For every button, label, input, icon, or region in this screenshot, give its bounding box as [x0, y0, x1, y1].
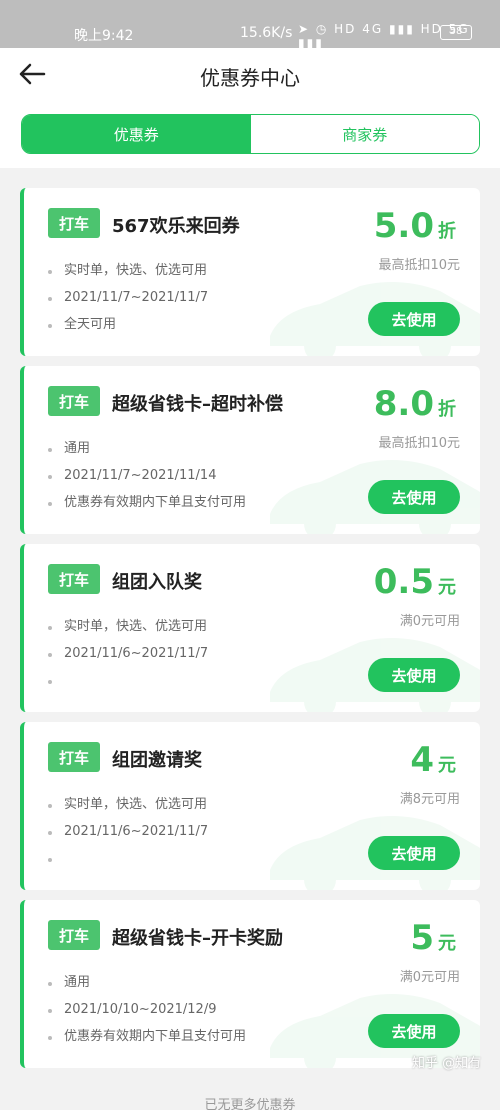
coupon-title: 超级省钱卡–超时补偿: [112, 394, 283, 415]
coupon-condition: 满0元可用: [399, 614, 460, 629]
watermark: 知乎 @知有: [412, 1056, 482, 1071]
coupon-card: 打车 组团邀请奖 实时单，快选、优选可用 2021/11/6~2021/11/7…: [20, 722, 480, 890]
status-bar: 晚上9:42 15.6K/s ➤ ◷ HD 4G ▮▮▮ HD 5G ▮▮▮ 5…: [0, 0, 500, 50]
coupon-tag: 打车: [48, 564, 100, 594]
coupon-tag: 打车: [48, 208, 100, 238]
coupon-card: 打车 超级省钱卡–开卡奖励 通用 2021/10/10~2021/12/9 优惠…: [20, 900, 480, 1068]
coupon-detail-item: 实时单，快选、优选可用: [48, 262, 208, 289]
coupon-card: 打车 组团入队奖 实时单，快选、优选可用 2021/11/6~2021/11/7…: [20, 544, 480, 712]
coupon-detail-item: 通用: [48, 974, 246, 1001]
coupon-amount: 8.0 折: [374, 384, 456, 424]
coupon-detail-item: 实时单，快选、优选可用: [48, 618, 208, 645]
coupon-amount: 5元: [410, 918, 456, 958]
coupon-tag: 打车: [48, 742, 100, 772]
use-coupon-button[interactable]: 去使用: [368, 302, 460, 336]
coupon-amount: 5.0 折: [374, 206, 456, 246]
coupon-value: 8.0: [373, 384, 434, 424]
coupon-value: 0.5: [373, 562, 434, 602]
coupon-tabs: 优惠券 商家券: [21, 114, 480, 154]
coupon-amount: 4元: [410, 740, 456, 780]
coupon-value: 4: [410, 740, 434, 780]
coupon-detail-item: 2021/11/6~2021/11/7: [48, 823, 208, 850]
coupon-condition: 最高抵扣10元: [378, 436, 460, 451]
tab-merchant-coupons[interactable]: 商家券: [250, 115, 479, 153]
coupon-detail-item: 2021/11/7~2021/11/14: [48, 467, 246, 494]
coupon-detail-item: 实时单，快选、优选可用: [48, 796, 208, 823]
coupon-detail-item: 全天可用: [48, 316, 208, 343]
coupon-details: 实时单，快选、优选可用 2021/11/6~2021/11/7: [48, 618, 208, 699]
coupon-details: 通用 2021/10/10~2021/12/9 优惠券有效期内下单且支付可用: [48, 974, 246, 1055]
status-time: 晚上9:42: [74, 28, 134, 44]
coupon-amount: 0.5 元: [374, 562, 456, 602]
tab-coupons[interactable]: 优惠券: [22, 115, 251, 153]
coupon-condition: 满0元可用: [399, 970, 460, 985]
coupon-detail-item: 通用: [48, 440, 246, 467]
coupon-detail-item: 优惠券有效期内下单且支付可用: [48, 494, 246, 521]
coupon-unit: 元: [438, 577, 456, 598]
coupon-title: 567欢乐来回券: [112, 216, 240, 237]
coupon-condition: 满8元可用: [399, 792, 460, 807]
coupon-unit: 折: [438, 221, 456, 242]
coupon-details: 通用 2021/11/7~2021/11/14 优惠券有效期内下单且支付可用: [48, 440, 246, 521]
coupon-detail-item: 2021/11/7~2021/11/7: [48, 289, 208, 316]
coupon-unit: 折: [438, 399, 456, 420]
coupon-card: 打车 567欢乐来回券 实时单，快选、优选可用 2021/11/7~2021/1…: [20, 188, 480, 356]
header: 优惠券中心 优惠券 商家券: [0, 48, 500, 168]
coupon-details: 实时单，快选、优选可用 2021/11/7~2021/11/7 全天可用: [48, 262, 208, 343]
end-of-list-text: 已无更多优惠券: [204, 1098, 296, 1110]
coupon-title: 组团邀请奖: [112, 750, 202, 771]
coupon-tag: 打车: [48, 920, 100, 950]
coupon-card: 打车 超级省钱卡–超时补偿 通用 2021/11/7~2021/11/14 优惠…: [20, 366, 480, 534]
use-coupon-button[interactable]: 去使用: [368, 480, 460, 514]
use-coupon-button[interactable]: 去使用: [368, 1014, 460, 1048]
page-title: 优惠券中心: [200, 66, 300, 90]
coupon-detail-item: 2021/11/6~2021/11/7: [48, 645, 208, 672]
coupon-title: 超级省钱卡–开卡奖励: [112, 928, 283, 949]
status-network-speed: 15.6K/s: [240, 25, 293, 41]
use-coupon-button[interactable]: 去使用: [368, 658, 460, 692]
coupon-detail-item: [48, 850, 208, 877]
coupon-title: 组团入队奖: [112, 572, 202, 593]
coupon-detail-item: 优惠券有效期内下单且支付可用: [48, 1028, 246, 1055]
coupon-tag: 打车: [48, 386, 100, 416]
coupon-condition: 最高抵扣10元: [378, 258, 460, 273]
coupon-unit: 元: [438, 755, 456, 776]
coupon-detail-item: 2021/10/10~2021/12/9: [48, 1001, 246, 1028]
coupon-details: 实时单，快选、优选可用 2021/11/6~2021/11/7: [48, 796, 208, 877]
battery-icon: 58: [440, 25, 472, 40]
coupon-unit: 元: [438, 933, 456, 954]
use-coupon-button[interactable]: 去使用: [368, 836, 460, 870]
coupon-value: 5.0: [373, 206, 434, 246]
coupon-detail-item: [48, 672, 208, 699]
coupon-value: 5: [410, 918, 434, 958]
